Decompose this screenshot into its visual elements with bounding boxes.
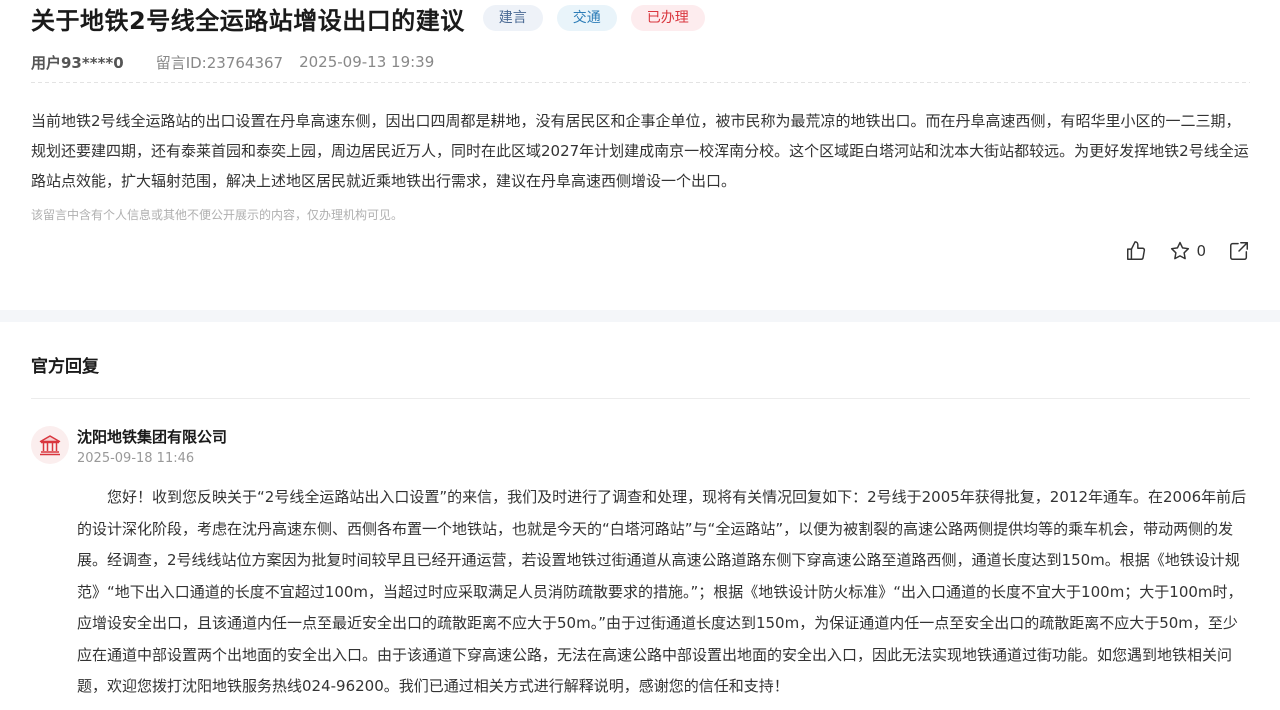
reply-content: 您好！收到您反映关于“2号线全运路站出入口设置”的来信，我们及时进行了调查和处理…: [77, 488, 1247, 695]
section-divider: [0, 310, 1280, 322]
government-building-icon: [39, 435, 61, 456]
like-button[interactable]: [1125, 240, 1147, 262]
post-datetime: 2025-09-13 19:39: [299, 53, 435, 71]
reply-org-name: 沈阳地铁集团有限公司: [77, 428, 228, 446]
share-button[interactable]: [1228, 240, 1250, 262]
post-author: 用户93****0: [31, 53, 124, 72]
official-reply-card: 官方回复 沈阳地铁集团有限公司 2025-09-18 11:46 您好！收到您反…: [0, 322, 1280, 710]
favorite-button[interactable]: 0: [1169, 240, 1206, 262]
status-badge: 已办理: [630, 5, 705, 31]
post-content: 当前地铁2号线全运路站的出口设置在丹阜高速东侧，因出口四周都是耕地，没有居民区和…: [31, 112, 1249, 190]
avatar: [31, 426, 69, 464]
message-id: 留言ID:23764367: [155, 53, 284, 72]
post-title: 关于地铁2号线全运路站增设出口的建议: [31, 6, 465, 35]
meta-divider: [31, 82, 1250, 83]
thumbs-up-icon: [1127, 241, 1146, 260]
post-actions: 0: [1103, 238, 1250, 264]
reply-datetime: 2025-09-18 11:46: [77, 451, 195, 466]
star-icon: [1171, 241, 1190, 260]
title-row: 关于地铁2号线全运路站增设出口的建议 建言 交通 已办理: [31, 0, 705, 36]
privacy-note: 该留言中含有个人信息或其他不便公开展示的内容，仅办理机构可见。: [31, 208, 404, 222]
post-meta: 用户93****0 留言ID:23764367 2025-09-13 19:39: [31, 51, 434, 73]
favorite-count: 0: [1196, 242, 1206, 260]
reply-divider: [31, 398, 1250, 399]
share-icon: [1230, 242, 1248, 260]
tag-traffic[interactable]: 交通: [556, 5, 617, 31]
tag-suggestion[interactable]: 建言: [482, 5, 543, 31]
reply-section-title: 官方回复: [31, 357, 99, 377]
post-card: 关于地铁2号线全运路站增设出口的建议 建言 交通 已办理 用户93****0 留…: [0, 0, 1280, 310]
